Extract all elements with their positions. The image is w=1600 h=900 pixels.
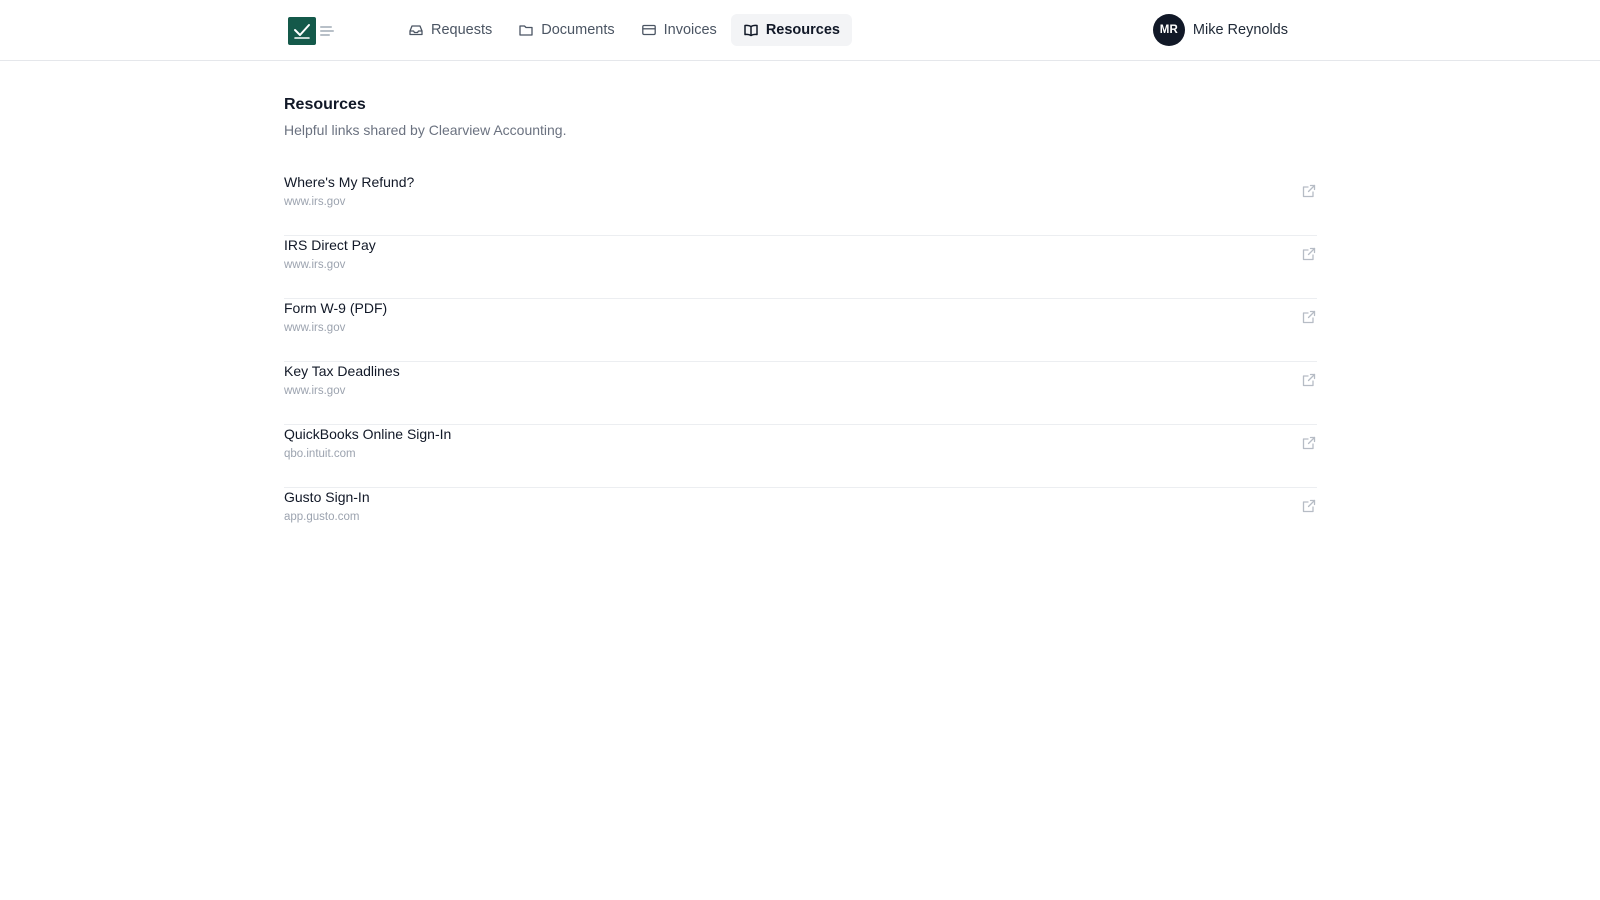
resource-link[interactable]: Gusto Sign-In app.gusto.com	[284, 488, 1317, 551]
nav-label-resources: Resources	[765, 22, 840, 38]
external-link-icon[interactable]	[1301, 372, 1317, 388]
user-name: Mike Reynolds	[1192, 22, 1288, 38]
resource-url: www.irs.gov	[284, 196, 346, 208]
resources-page: Resources Helpful links shared by Clearv…	[284, 95, 1317, 551]
main-nav: Requests Documents Invoices Resources	[396, 14, 854, 46]
inbox-icon	[408, 22, 424, 38]
resource-url: qbo.intuit.com	[284, 448, 356, 460]
external-link-icon[interactable]	[1301, 183, 1317, 199]
page-subtitle: Helpful links shared by Clearview Accoun…	[284, 122, 567, 138]
resource-title: Key Tax Deadlines	[284, 363, 400, 379]
resource-link[interactable]: QuickBooks Online Sign-In qbo.intuit.com	[284, 425, 1317, 488]
resource-url: www.irs.gov	[284, 322, 346, 334]
avatar: MR	[1152, 14, 1185, 46]
resource-title: QuickBooks Online Sign-In	[284, 426, 452, 442]
external-link-icon[interactable]	[1301, 498, 1317, 514]
resource-url: app.gusto.com	[284, 511, 360, 523]
resource-url: www.irs.gov	[284, 259, 346, 271]
logo[interactable]	[288, 16, 348, 46]
external-link-icon[interactable]	[1301, 246, 1317, 262]
top-navigation-bar: Requests Documents Invoices Resources MR…	[0, 0, 1600, 61]
nav-item-requests[interactable]: Requests	[396, 14, 504, 46]
logo-wordmark	[320, 26, 334, 36]
folder-icon	[518, 22, 534, 38]
resource-title: Gusto Sign-In	[284, 489, 370, 505]
nav-label-documents: Documents	[541, 22, 615, 38]
nav-label-requests: Requests	[431, 22, 493, 38]
resource-link[interactable]: Where's My Refund? www.irs.gov	[284, 173, 1317, 236]
nav-item-resources[interactable]: Resources	[730, 14, 852, 46]
nav-item-documents[interactable]: Documents	[506, 14, 626, 46]
resource-link[interactable]: Key Tax Deadlines www.irs.gov	[284, 362, 1317, 425]
resource-title: Where's My Refund?	[284, 174, 415, 190]
external-link-icon[interactable]	[1301, 309, 1317, 325]
book-open-icon	[743, 22, 759, 38]
user-menu[interactable]: MR Mike Reynolds	[1152, 14, 1288, 46]
resource-url: www.irs.gov	[284, 385, 346, 397]
checkmark-logo-icon	[288, 17, 316, 45]
resource-link[interactable]: IRS Direct Pay www.irs.gov	[284, 236, 1317, 299]
resource-title: Form W-9 (PDF)	[284, 300, 388, 316]
external-link-icon[interactable]	[1301, 435, 1317, 451]
resource-link[interactable]: Form W-9 (PDF) www.irs.gov	[284, 299, 1317, 362]
resource-list: Where's My Refund? www.irs.gov IRS Direc…	[284, 173, 1317, 551]
nav-item-invoices[interactable]: Invoices	[629, 14, 729, 46]
resource-title: IRS Direct Pay	[284, 237, 376, 253]
nav-label-invoices: Invoices	[663, 22, 717, 38]
page-title: Resources	[284, 96, 366, 113]
credit-card-icon	[641, 22, 657, 38]
